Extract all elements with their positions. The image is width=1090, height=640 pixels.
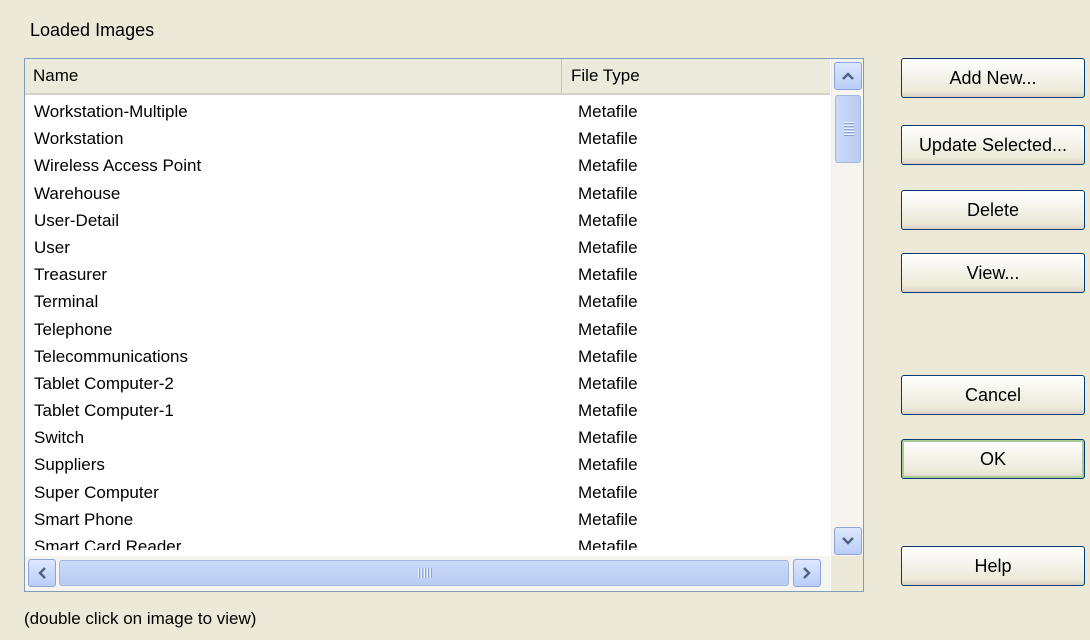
add-new-button[interactable]: Add New... [901, 58, 1085, 98]
item-name: Telecommunications [34, 346, 189, 366]
help-button[interactable]: Help [901, 546, 1085, 586]
item-file-type: Metafile [578, 401, 638, 421]
list-item[interactable]: Switch Metafile [25, 424, 830, 451]
item-file-type: Metafile [578, 237, 638, 257]
item-file-type: Metafile [578, 455, 638, 475]
scroll-right-button[interactable] [793, 559, 821, 587]
list-rows: Workstation-Multiple Metafile Workstation M… [25, 98, 830, 550]
list-item[interactable]: User Metafile [25, 234, 830, 261]
item-name: Workstation-Multiple [34, 102, 188, 121]
item-file-type: Metafile [578, 428, 638, 448]
item-file-type: Metafile [578, 183, 638, 203]
item-name: Tablet Computer-2 [34, 373, 174, 393]
item-name: Telephone [34, 319, 113, 339]
item-name: User [34, 237, 70, 257]
column-header-file-type[interactable]: File Type [563, 59, 830, 93]
item-file-type: Metafile [578, 319, 638, 339]
item-file-type: Metafile [578, 265, 638, 285]
scroll-up-button[interactable] [834, 62, 862, 90]
item-name: Terminal [34, 292, 99, 312]
chevron-right-icon [803, 567, 811, 579]
item-file-type: Metafile [578, 102, 638, 121]
list-item[interactable]: Warehouse Metafile [25, 180, 830, 207]
list-item[interactable]: Workstation Metafile [25, 125, 830, 152]
vertical-scrollbar[interactable] [831, 59, 863, 556]
item-name: Switch [34, 428, 85, 448]
item-file-type: Metafile [578, 373, 638, 393]
list-item[interactable]: Wireless Access Point Metafile [25, 152, 830, 179]
scroll-left-button[interactable] [28, 559, 56, 587]
list-item[interactable]: Tablet Computer-2 Metafile [25, 370, 830, 397]
list-item[interactable]: Workstation-Multiple Metafile [25, 98, 830, 125]
update-selected-button[interactable]: Update Selected... [901, 125, 1085, 165]
item-file-type: Metafile [578, 482, 638, 502]
double-click-hint: (double click on image to view) [24, 609, 257, 628]
horizontal-scroll-thumb[interactable] [59, 560, 789, 586]
item-name: User-Detail [34, 210, 120, 230]
item-name: Smart Card Reader [34, 537, 182, 550]
list-item[interactable]: Smart Card Reader Metafile [25, 533, 830, 550]
item-file-type: Metafile [578, 156, 638, 176]
list-header: Name File Type [25, 59, 830, 95]
item-file-type: Metafile [578, 509, 638, 529]
item-file-type: Metafile [578, 537, 638, 550]
item-file-type: Metafile [578, 346, 638, 366]
list-item[interactable]: Super Computer Metafile [25, 479, 830, 506]
item-name: Treasurer [34, 265, 108, 285]
item-name: Warehouse [34, 183, 121, 203]
item-name: Suppliers [34, 455, 105, 475]
scroll-down-button[interactable] [834, 527, 862, 555]
item-file-type: Metafile [578, 210, 638, 230]
item-file-type: Metafile [578, 129, 638, 149]
grip-icon [418, 568, 432, 578]
list-item[interactable]: Tablet Computer-1 Metafile [25, 397, 830, 424]
list-item[interactable]: Smart Phone Metafile [25, 506, 830, 533]
chevron-left-icon [38, 567, 46, 579]
item-file-type: Metafile [578, 292, 638, 312]
chevron-down-icon [842, 537, 854, 545]
delete-button[interactable]: Delete [901, 190, 1085, 230]
images-list[interactable]: Name File Type Workstation-Multiple Metaf… [24, 58, 864, 592]
list-item[interactable]: User-Detail Metafile [25, 207, 830, 234]
item-name: Wireless Access Point [34, 156, 202, 176]
list-item[interactable]: Suppliers Metafile [25, 451, 830, 478]
item-name: Tablet Computer-1 [34, 401, 174, 421]
view-button[interactable]: View... [901, 253, 1085, 293]
horizontal-scrollbar[interactable] [25, 556, 830, 591]
vertical-scroll-thumb[interactable] [835, 95, 861, 163]
scrollbar-corner [831, 556, 863, 591]
chevron-up-icon [842, 72, 854, 80]
list-item[interactable]: Telephone Metafile [25, 316, 830, 343]
item-name: Workstation [34, 129, 124, 149]
item-name: Smart Phone [34, 509, 134, 529]
grip-icon [844, 122, 854, 136]
ok-button[interactable]: OK [901, 439, 1085, 479]
column-header-name[interactable]: Name [25, 59, 562, 93]
loaded-images-label: Loaded Images [30, 20, 155, 40]
list-item[interactable]: Telecommunications Metafile [25, 343, 830, 370]
list-item[interactable]: Terminal Metafile [25, 288, 830, 315]
list-item[interactable]: Treasurer Metafile [25, 261, 830, 288]
item-name: Super Computer [34, 482, 159, 502]
cancel-button[interactable]: Cancel [901, 375, 1085, 415]
